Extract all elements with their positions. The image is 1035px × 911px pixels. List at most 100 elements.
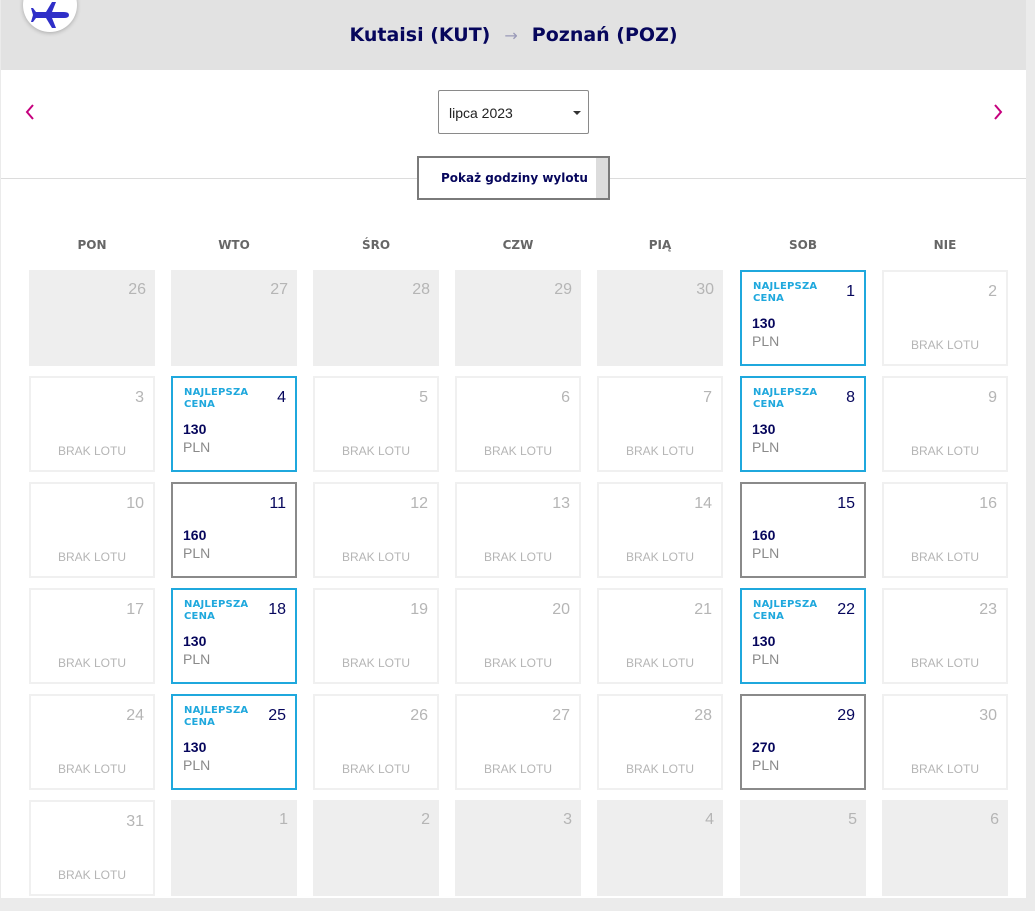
- calendar-day-outside-month: 3: [455, 800, 581, 896]
- best-price-badge: NAJLEPSZA CENA: [184, 599, 249, 622]
- day-number: 4: [277, 389, 286, 406]
- calendar-day: 26 BRAK LOTU: [313, 694, 439, 790]
- next-month-button[interactable]: [986, 100, 1010, 124]
- day-number: 3: [563, 811, 572, 828]
- calendar-day: 3 BRAK LOTU: [29, 376, 155, 472]
- day-number: 13: [552, 495, 570, 512]
- day-number: 6: [990, 811, 999, 828]
- calendar-day[interactable]: 8 NAJLEPSZA CENA 130 PLN: [740, 376, 866, 472]
- fare-currency: PLN: [752, 439, 780, 455]
- fare-price: 130: [752, 315, 776, 331]
- previous-month-button[interactable]: [18, 100, 42, 124]
- day-number: 10: [126, 495, 144, 512]
- calendar-day: 19 BRAK LOTU: [313, 588, 439, 684]
- calendar-day-outside-month: 6: [882, 800, 1008, 896]
- day-number: 19: [410, 601, 428, 618]
- month-select-value: lipca 2023: [449, 105, 513, 121]
- calendar-day-outside-month: 4: [597, 800, 723, 896]
- calendar-day-outside-month: 28: [313, 270, 439, 366]
- day-number: 25: [268, 707, 286, 724]
- no-flight-label: BRAK LOTU: [341, 762, 410, 776]
- day-number: 27: [270, 281, 288, 298]
- no-flight-label: BRAK LOTU: [483, 444, 552, 458]
- calendar-day: 2 BRAK LOTU: [882, 270, 1008, 366]
- caret-down-icon: [573, 111, 581, 115]
- calendar-day: 20 BRAK LOTU: [455, 588, 581, 684]
- calendar-day[interactable]: 22 NAJLEPSZA CENA 130 PLN: [740, 588, 866, 684]
- fare-price: 130: [752, 633, 776, 649]
- no-flight-label: BRAK LOTU: [57, 868, 126, 882]
- no-flight-label: BRAK LOTU: [625, 762, 694, 776]
- calendar-day-outside-month: 1: [171, 800, 297, 896]
- no-flight-label: BRAK LOTU: [57, 550, 126, 564]
- no-flight-label: BRAK LOTU: [910, 550, 979, 564]
- no-flight-label: BRAK LOTU: [57, 444, 126, 458]
- best-price-badge: NAJLEPSZA CENA: [184, 387, 249, 410]
- fare-currency: PLN: [183, 439, 211, 455]
- no-flight-label: BRAK LOTU: [483, 550, 552, 564]
- fare-currency: PLN: [752, 651, 780, 667]
- day-number: 1: [846, 283, 855, 300]
- calendar-day-outside-month: 27: [171, 270, 297, 366]
- best-price-badge: NAJLEPSZA CENA: [184, 705, 249, 728]
- calendar-day[interactable]: 18 NAJLEPSZA CENA 130 PLN: [171, 588, 297, 684]
- day-number: 8: [846, 389, 855, 406]
- day-number: 27: [552, 707, 570, 724]
- day-number: 11: [269, 495, 286, 512]
- airplane-icon: [31, 2, 69, 28]
- chevron-right-icon: [994, 104, 1003, 120]
- day-number: 14: [694, 495, 712, 512]
- calendar-day[interactable]: 11 160 PLN: [171, 482, 297, 578]
- calendar-day: 9 BRAK LOTU: [882, 376, 1008, 472]
- day-number: 26: [128, 281, 146, 298]
- no-flight-label: BRAK LOTU: [910, 338, 979, 352]
- calendar-day[interactable]: 29 270 PLN: [740, 694, 866, 790]
- day-number: 31: [126, 813, 144, 830]
- destination-airport: Poznań (POZ): [531, 24, 678, 46]
- day-number: 5: [419, 389, 428, 406]
- month-select[interactable]: lipca 2023: [438, 90, 589, 134]
- weekday-label: PON: [77, 238, 107, 252]
- no-flight-label: BRAK LOTU: [910, 762, 979, 776]
- calendar-day-outside-month: 29: [455, 270, 581, 366]
- calendar-day: 21 BRAK LOTU: [597, 588, 723, 684]
- day-number: 16: [979, 495, 997, 512]
- show-departure-times-label: Pokaż godziny wylotu: [441, 171, 588, 185]
- day-number: 1: [279, 811, 288, 828]
- fare-price: 160: [752, 527, 776, 543]
- calendar-day[interactable]: 15 160 PLN: [740, 482, 866, 578]
- day-number: 17: [126, 601, 144, 618]
- calendar-day[interactable]: 25 NAJLEPSZA CENA 130 PLN: [171, 694, 297, 790]
- day-number: 30: [696, 281, 714, 298]
- fare-currency: PLN: [183, 651, 211, 667]
- calendar-day: 5 BRAK LOTU: [313, 376, 439, 472]
- no-flight-label: BRAK LOTU: [57, 762, 126, 776]
- calendar-day[interactable]: 4 NAJLEPSZA CENA 130 PLN: [171, 376, 297, 472]
- day-number: 20: [552, 601, 570, 618]
- no-flight-label: BRAK LOTU: [625, 444, 694, 458]
- day-number: 9: [988, 389, 997, 406]
- day-number: 3: [135, 389, 144, 406]
- calendar-day[interactable]: 1 NAJLEPSZA CENA 130 PLN: [740, 270, 866, 366]
- calendar-day-outside-month: 2: [313, 800, 439, 896]
- best-price-badge: NAJLEPSZA CENA: [753, 281, 818, 304]
- day-number: 4: [705, 811, 714, 828]
- no-flight-label: BRAK LOTU: [57, 656, 126, 670]
- show-departure-times-button[interactable]: Pokaż godziny wylotu: [417, 156, 610, 200]
- day-number: 28: [412, 281, 430, 298]
- day-number: 2: [421, 811, 430, 828]
- best-price-badge: NAJLEPSZA CENA: [753, 599, 818, 622]
- calendar-day: 30 BRAK LOTU: [882, 694, 1008, 790]
- day-number: 30: [979, 707, 997, 724]
- fare-price: 130: [752, 421, 776, 437]
- day-number: 22: [837, 601, 855, 618]
- calendar-day: 24 BRAK LOTU: [29, 694, 155, 790]
- calendar-day: 16 BRAK LOTU: [882, 482, 1008, 578]
- no-flight-label: BRAK LOTU: [341, 656, 410, 670]
- fare-calendar-panel: Kutaisi (KUT) → Poznań (POZ) lipca 2023 …: [1, 0, 1026, 898]
- calendar-day-outside-month: 26: [29, 270, 155, 366]
- fare-price: 130: [183, 739, 207, 755]
- calendar-day: 28 BRAK LOTU: [597, 694, 723, 790]
- route-arrow: →: [504, 25, 518, 45]
- weekday-label: NIE: [933, 238, 957, 252]
